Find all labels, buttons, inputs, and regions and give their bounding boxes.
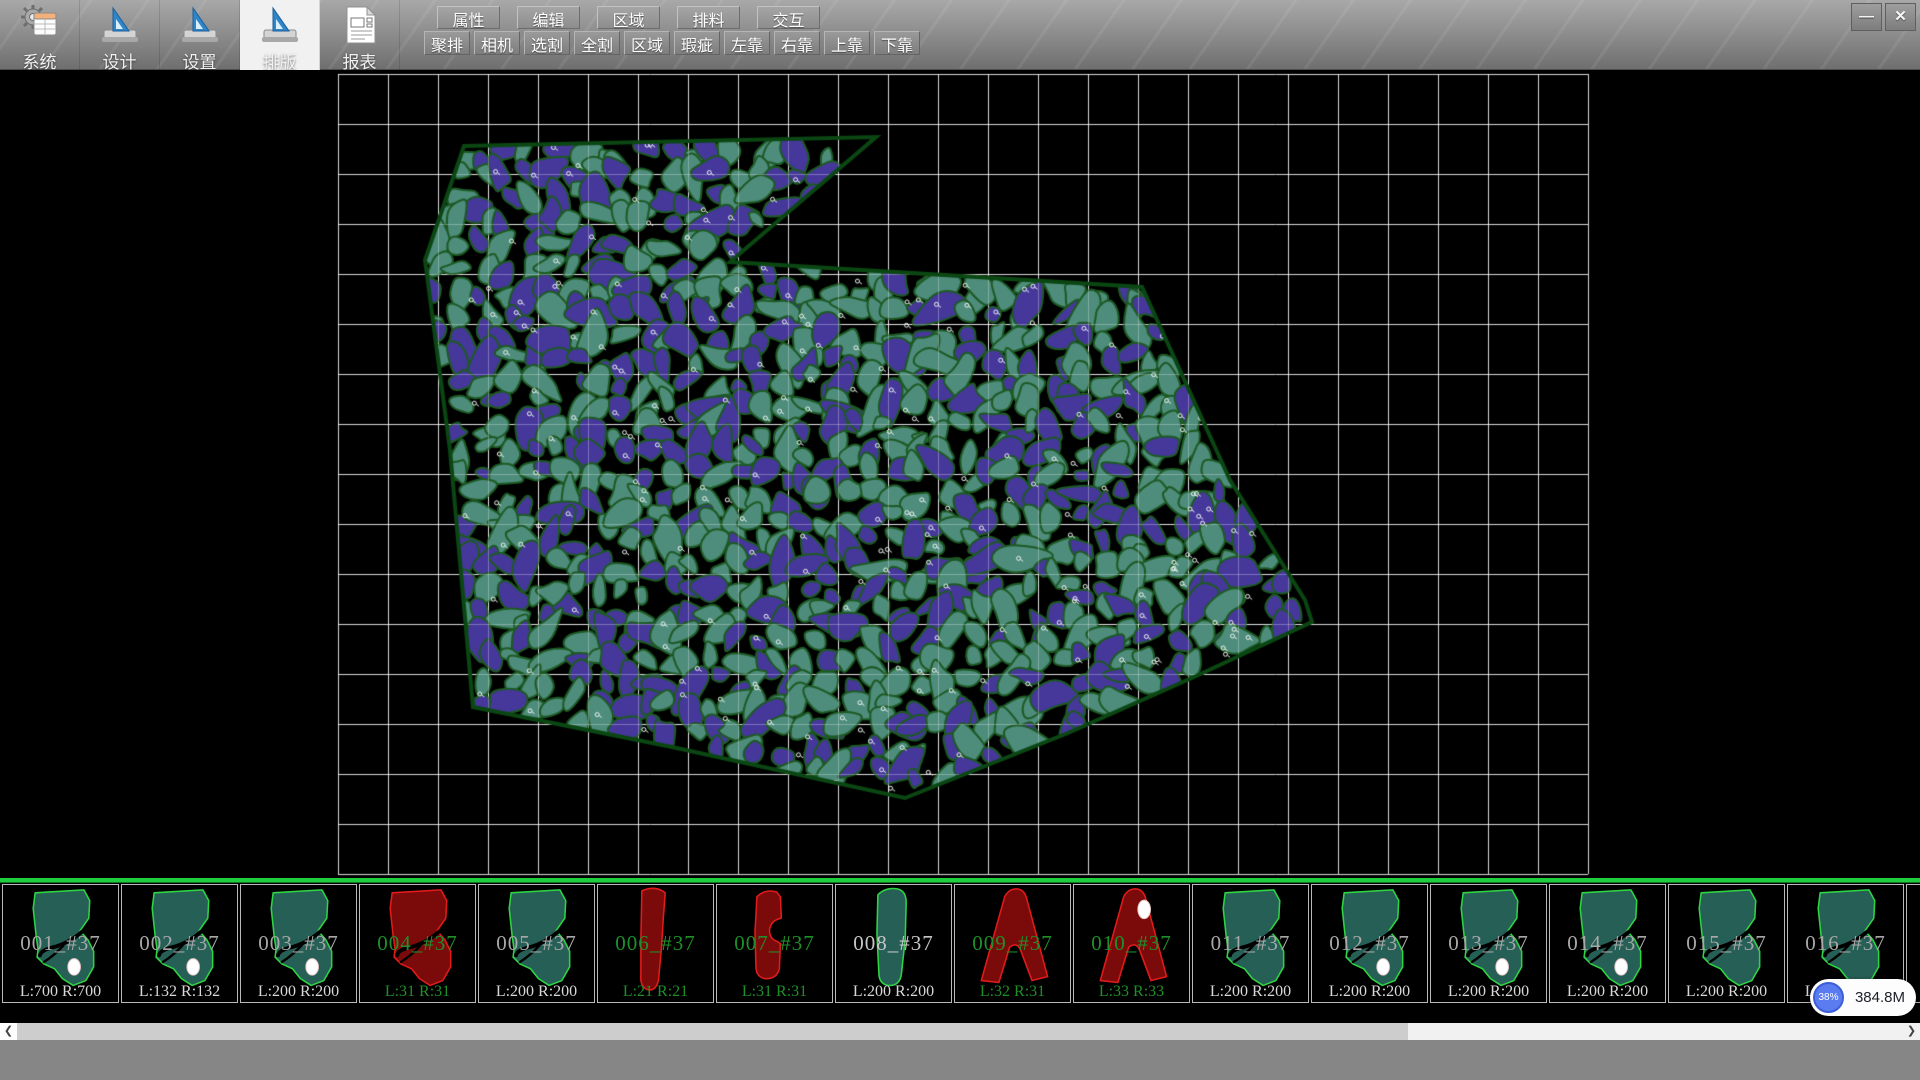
piece-id-label: 012_#37 [1312,931,1427,956]
window-controls: — ✕ [1851,3,1916,31]
piece-id-label: 006_#37 [598,931,713,956]
piece-id-label: 016_#37 [1788,931,1903,956]
piece-lr-values: L:200 R:200 [241,983,356,1001]
piece-id-label: 015_#37 [1669,931,1784,956]
nav-label-design: 设计 [103,48,137,73]
nav-button-report[interactable]: 报表 [320,0,400,70]
nav-button-design[interactable]: 设计 [80,0,160,70]
scrollbar-thumb[interactable] [17,1023,1408,1040]
piece-lr-values: L:32 R:31 [955,983,1070,1001]
piece-id-label: 010_#37 [1074,931,1189,956]
status-bar-filler [0,1040,1920,1080]
piece-lr-values: L:31 R:31 [717,983,832,1001]
thumbnail-cell[interactable]: 001_#37 L:700 R:700 [2,884,119,1003]
tool-button-cluster[interactable]: 聚排 [424,31,470,55]
thumbnail-cell[interactable]: 007_#37 L:31 R:31 [716,884,833,1003]
thumbnail-cell[interactable]: 004_#37 L:31 R:31 [359,884,476,1003]
nav-button-nesting[interactable]: 排版 [240,0,320,70]
thumbnail-cell[interactable]: 006_#37 L:21 R:21 [597,884,714,1003]
nav-label-report: 报表 [343,48,377,73]
piece-thumbnail-strip: 001_#37 L:700 R:700 002_#37 L:132 R:132 … [0,884,1920,1003]
thumbnail-cell[interactable]: 011_#37 L:200 R:200 [1192,884,1309,1003]
piece-id-label: 005_#37 [479,931,594,956]
thumbnail-cell[interactable]: 009_#37 L:32 R:31 [954,884,1071,1003]
piece-id-label: 001_#37 [3,931,118,956]
close-button[interactable]: ✕ [1885,3,1916,31]
piece-id-label: 009_#37 [955,931,1070,956]
piece-id-label: 013_#37 [1431,931,1546,956]
nav-button-system[interactable]: 系统 [0,0,80,70]
minimize-button[interactable]: — [1851,3,1882,31]
piece-id-label: 008_#37 [836,931,951,956]
tool-button-row: 聚排相机选割全割区域瑕疵左靠右靠上靠下靠 [424,31,920,55]
tool-button-region[interactable]: 区域 [624,31,670,55]
piece-lr-values: L:200 R:200 [1312,983,1427,1001]
piece-lr-values: L:700 R:700 [3,983,118,1001]
thumbnail-cell[interactable]: 003_#37 L:200 R:200 [240,884,357,1003]
piece-lr-values: L:132 R:132 [122,983,237,1001]
horizontal-scrollbar[interactable]: ❮ ❯ [0,1023,1920,1040]
menu-tab-properties[interactable]: 属性 [437,6,500,29]
tool-button-select-cut[interactable]: 选割 [524,31,570,55]
tool-button-snap-right[interactable]: 右靠 [774,31,820,55]
tool-button-snap-bottom[interactable]: 下靠 [874,31,920,55]
piece-lr-values: L:200 R:200 [836,983,951,1001]
tool-button-defect[interactable]: 瑕疵 [674,31,720,55]
strip-separator-line [0,878,1920,883]
download-size-label: 384.8M [1848,979,1912,1016]
report-doc-icon [339,4,381,46]
piece-id-label: 017_#37 [1907,931,1920,956]
thumbnail-cell[interactable]: 005_#37 L:200 R:200 [478,884,595,1003]
piece-lr-values: L:33 R:33 [1074,983,1189,1001]
nesting-canvas[interactable] [0,70,1920,878]
piece-id-label: 014_#37 [1550,931,1665,956]
tool-button-camera[interactable]: 相机 [474,31,520,55]
nav-icon-bar: 系统 设计 设置 排版 报表 [0,0,400,70]
piece-lr-values: L:31 R:31 [360,983,475,1001]
system-gear-icon [19,4,61,46]
download-progress-circle: 38% [1813,982,1844,1013]
menu-tab-region[interactable]: 区域 [597,6,660,29]
thumbnail-cell[interactable]: 012_#37 L:200 R:200 [1311,884,1428,1003]
tool-button-snap-top[interactable]: 上靠 [824,31,870,55]
nav-button-settings[interactable]: 设置 [160,0,240,70]
nesting-ruler-icon [259,4,301,46]
piece-lr-values: L:200 R:200 [1193,983,1308,1001]
piece-id-label: 011_#37 [1193,931,1308,956]
piece-lr-values: L:200 R:200 [479,983,594,1001]
thumbnail-cell[interactable]: 010_#37 L:33 R:33 [1073,884,1190,1003]
menu-tab-interact[interactable]: 交互 [757,6,820,29]
piece-id-label: 007_#37 [717,931,832,956]
thumbnail-cell[interactable]: 015_#37 L:200 R:200 [1668,884,1785,1003]
tool-button-cut-all[interactable]: 全割 [574,31,620,55]
thumbnail-cell[interactable]: 013_#37 L:200 R:200 [1430,884,1547,1003]
menu-tab-row: 属性编辑区域排料交互 [437,6,820,29]
piece-id-label: 004_#37 [360,931,475,956]
nav-label-settings: 设置 [183,48,217,73]
piece-id-label: 002_#37 [122,931,237,956]
toolbar: 系统设计设置排版报表 属性编辑区域排料交互 聚排相机选割全割区域瑕疵左靠右靠上靠… [0,0,1920,70]
thumbnail-cell[interactable]: 008_#37 L:200 R:200 [835,884,952,1003]
thumbnail-cell[interactable]: 002_#37 L:132 R:132 [121,884,238,1003]
piece-lr-values: L:200 R:200 [1669,983,1784,1001]
tool-button-snap-left[interactable]: 左靠 [724,31,770,55]
menu-tab-nest[interactable]: 排料 [677,6,740,29]
design-ruler-icon [99,4,141,46]
settings-ruler-icon [179,4,221,46]
piece-lr-values: L:200 R:200 [1431,983,1546,1001]
thumbnail-cell[interactable]: 014_#37 L:200 R:200 [1549,884,1666,1003]
piece-lr-values: L:200 R:200 [1550,983,1665,1001]
nav-label-nesting: 排版 [263,48,297,73]
piece-id-label: 003_#37 [241,931,356,956]
piece-lr-values: L:21 R:21 [598,983,713,1001]
scroll-right-arrow-icon[interactable]: ❯ [1903,1023,1920,1040]
menu-tab-edit[interactable]: 编辑 [517,6,580,29]
scroll-left-arrow-icon[interactable]: ❮ [0,1023,17,1040]
download-badge[interactable]: 38% 384.8M [1810,979,1916,1016]
nav-label-system: 系统 [23,48,57,73]
